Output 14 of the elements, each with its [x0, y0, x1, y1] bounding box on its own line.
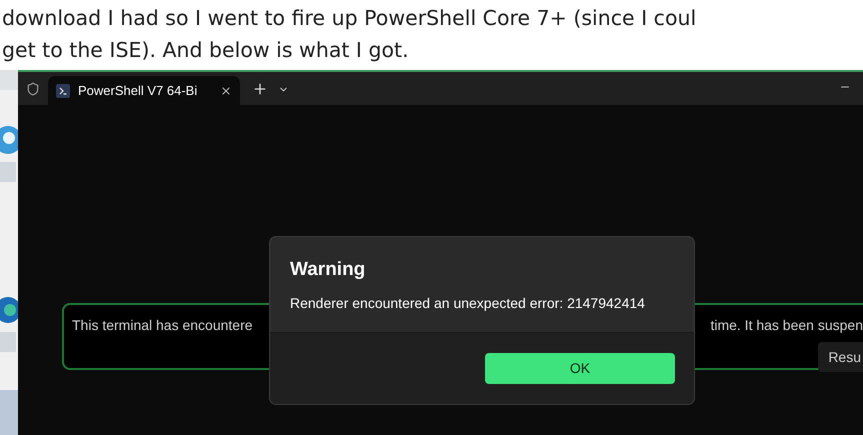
- dialog-title: Warning: [290, 258, 366, 282]
- dialog-message: Renderer encountered an unexpected error: 2147942414: [290, 294, 646, 313]
- article-text: download I had so I went to fire up PowerShell Core 7+ (since I coul: [2, 6, 696, 30]
- info-message: time. It has been suspen: [710, 316, 863, 335]
- shield-icon: [26, 82, 40, 96]
- info-message: This terminal has encountere: [72, 316, 253, 335]
- terminal-tab[interactable]: PowerShell V7 64-Bi: [48, 76, 240, 105]
- resume-button[interactable]: Resu: [818, 342, 863, 372]
- ok-button[interactable]: OK: [485, 353, 675, 384]
- close-icon[interactable]: [220, 84, 232, 96]
- terminal-icon: [56, 84, 70, 98]
- new-tab-icon[interactable]: [252, 81, 268, 97]
- article-text: get to the ISE). And below is what I got.: [2, 38, 409, 62]
- tab-title: PowerShell V7 64-Bi: [78, 82, 198, 100]
